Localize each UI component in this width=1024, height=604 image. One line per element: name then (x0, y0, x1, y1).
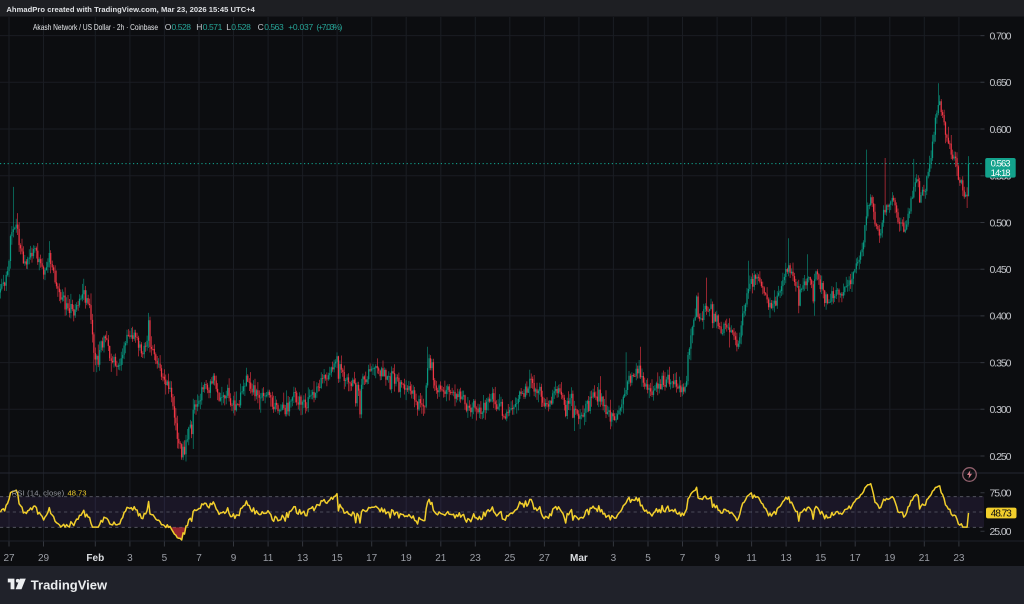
svg-text:Feb: Feb (86, 553, 104, 564)
svg-text:+0.037: +0.037 (288, 22, 313, 32)
svg-text:0.350: 0.350 (990, 357, 1012, 369)
svg-text:7: 7 (680, 553, 686, 564)
svg-text:25.00: 25.00 (990, 526, 1012, 538)
svg-text:0.300: 0.300 (990, 404, 1012, 416)
svg-text:0.700: 0.700 (990, 30, 1012, 42)
svg-text:0.600: 0.600 (990, 124, 1012, 136)
svg-text:0.528: 0.528 (172, 22, 192, 32)
svg-text:5: 5 (645, 553, 651, 564)
svg-text:21: 21 (435, 553, 447, 564)
svg-text:14:18: 14:18 (991, 168, 1011, 179)
svg-text:5: 5 (162, 553, 168, 564)
svg-text:H: H (196, 22, 202, 32)
svg-text:0.500: 0.500 (990, 217, 1012, 229)
svg-text:48.73: 48.73 (991, 509, 1012, 520)
svg-text:3: 3 (611, 553, 617, 564)
svg-text:21: 21 (919, 553, 931, 564)
svg-text:RSI (14, close): RSI (14, close) (12, 489, 65, 498)
svg-text:3: 3 (127, 553, 133, 564)
svg-text:23: 23 (953, 553, 965, 564)
svg-text:0.528: 0.528 (231, 22, 251, 32)
svg-text:48.73: 48.73 (68, 489, 87, 498)
svg-text:0.650: 0.650 (990, 77, 1012, 89)
svg-text:15: 15 (332, 553, 344, 564)
svg-text:0.250: 0.250 (990, 451, 1012, 463)
svg-text:23: 23 (470, 553, 482, 564)
svg-text:13: 13 (297, 553, 309, 564)
svg-text:Mar: Mar (570, 553, 588, 564)
svg-text:9: 9 (231, 553, 237, 564)
svg-text:15: 15 (815, 553, 827, 564)
svg-text:0.450: 0.450 (990, 264, 1012, 276)
svg-text:AhmadPro created with TradingV: AhmadPro created with TradingView.com, M… (6, 5, 255, 14)
svg-text:75.00: 75.00 (990, 488, 1012, 500)
svg-text:25: 25 (504, 553, 516, 564)
svg-text:11: 11 (746, 553, 757, 564)
svg-text:29: 29 (38, 553, 50, 564)
svg-text:TradingView: TradingView (31, 577, 108, 592)
svg-text:Akash Network / US Dollar · 2h: Akash Network / US Dollar · 2h · Coinbas… (33, 22, 158, 32)
svg-text:(+7.03%): (+7.03%) (316, 22, 342, 32)
svg-text:7: 7 (196, 553, 202, 564)
svg-text:0.571: 0.571 (203, 22, 223, 32)
svg-text:C: C (258, 22, 264, 32)
svg-text:0.400: 0.400 (990, 311, 1012, 323)
svg-text:17: 17 (850, 553, 862, 564)
svg-text:13: 13 (781, 553, 793, 564)
svg-text:19: 19 (884, 553, 896, 564)
svg-text:9: 9 (714, 553, 720, 564)
svg-text:27: 27 (3, 553, 15, 564)
svg-text:0.563: 0.563 (264, 22, 284, 32)
svg-text:27: 27 (539, 553, 551, 564)
svg-text:17: 17 (366, 553, 378, 564)
svg-text:19: 19 (401, 553, 413, 564)
svg-text:11: 11 (263, 553, 274, 564)
